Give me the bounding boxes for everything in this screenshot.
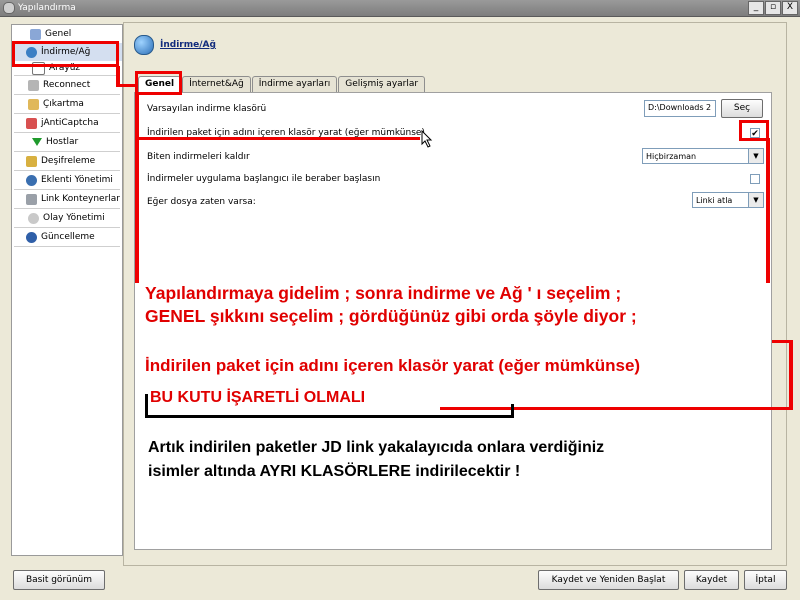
settings-sidebar: Genel İndirme/Ağ Arayüz Reconnect Çıkart… <box>11 24 123 556</box>
start-with-app-checkbox[interactable] <box>750 174 760 184</box>
container-icon <box>26 193 37 205</box>
annotation-connector <box>116 84 136 87</box>
annotation-highlight-sidebar <box>12 41 119 67</box>
browse-button[interactable]: Seç <box>721 99 763 118</box>
annotation-text-line4: BU KUTU İŞARETLİ OLMALI <box>150 389 366 406</box>
update-icon <box>26 231 37 243</box>
sidebar-item-label: Olay Yönetimi <box>43 213 105 223</box>
sidebar-item-label: Eklenti Yönetimi <box>41 175 113 185</box>
app-icon <box>3 2 15 14</box>
annotation-connector <box>135 93 139 283</box>
annotation-highlight-tab <box>135 71 182 95</box>
file-exists-label: Eğer dosya zaten varsa: <box>147 197 256 207</box>
mouse-cursor-icon <box>421 130 433 148</box>
lock-icon <box>26 155 37 167</box>
arrow-down-icon <box>32 138 42 146</box>
annotation-bracket <box>145 394 148 416</box>
title-bar: Yapılandırma _ ▫ X <box>0 0 800 17</box>
house-icon <box>30 28 41 40</box>
sidebar-item-janticaptcha[interactable]: jAntiCaptcha <box>12 114 122 132</box>
annotation-bracket <box>511 404 514 418</box>
start-with-app-label: İndirmeler uygulama başlangıcı ile berab… <box>147 174 381 184</box>
download-folder-field[interactable]: D:\Downloads 2 <box>644 100 716 117</box>
file-exists-select[interactable]: Linki atla ▼ <box>692 192 764 208</box>
tab-internet-ag[interactable]: İnternet&Ağ <box>182 76 251 92</box>
file-exists-value: Linki atla <box>696 195 733 205</box>
save-restart-button[interactable]: Kaydet ve Yeniden Başlat <box>538 570 679 590</box>
sidebar-item-reconnect[interactable]: Reconnect <box>12 76 122 94</box>
sidebar-item-eklenti[interactable]: Eklenti Yönetimi <box>12 171 122 189</box>
remove-finished-select[interactable]: Hiçbirzaman ▼ <box>642 148 764 164</box>
page-title: İndirme/Ağ <box>160 40 216 50</box>
chevron-down-icon: ▼ <box>748 193 763 207</box>
annotation-text-line2: GENEL şıkkını seçelim ; gördüğünüz gibi … <box>145 306 637 326</box>
sidebar-item-desifreleme[interactable]: Deşifreleme <box>12 152 122 170</box>
tab-gelismis-ayarlar[interactable]: Gelişmiş ayarlar <box>338 76 426 92</box>
annotation-connector <box>789 340 793 410</box>
annotation-text-line3: İndirilen paket için adını içeren klasör… <box>145 356 641 375</box>
tab-indirme-ayarlari[interactable]: İndirme ayarları <box>251 76 338 92</box>
globe-icon <box>134 35 154 55</box>
close-button[interactable]: X <box>782 1 798 15</box>
sidebar-item-guncelleme[interactable]: Güncelleme <box>12 228 122 246</box>
sidebar-item-cikartma[interactable]: Çıkartma <box>12 95 122 113</box>
download-folder-label: Varsayılan indirme klasörü <box>147 104 267 114</box>
extract-icon <box>28 98 39 110</box>
chevron-down-icon: ▼ <box>748 149 763 163</box>
plugin-icon <box>26 174 37 186</box>
reconnect-icon <box>28 79 39 91</box>
sidebar-item-label: Reconnect <box>43 80 91 90</box>
annotation-text-line6: isimler altında AYRI KLASÖRLERE indirile… <box>148 463 521 480</box>
event-icon <box>28 212 39 224</box>
annotation-text-line1: Yapılandırmaya gidelim ; sonra indirme v… <box>145 283 622 303</box>
annotation-connector <box>766 138 770 283</box>
save-button[interactable]: Kaydet <box>684 570 739 590</box>
annotation-highlight-checkbox <box>739 120 769 141</box>
annotation-bracket <box>145 415 513 418</box>
sidebar-item-link-konteyner[interactable]: Link Konteynerlar <box>12 190 122 208</box>
sidebar-item-label: Güncelleme <box>41 232 95 242</box>
sidebar-item-label: Çıkartma <box>43 99 84 109</box>
panel-header: İndirme/Ağ <box>134 35 216 55</box>
cancel-button[interactable]: İptal <box>744 570 787 590</box>
minimize-button[interactable]: _ <box>748 1 764 15</box>
sidebar-item-label: jAntiCaptcha <box>41 118 99 128</box>
sidebar-item-label: Hostlar <box>46 137 79 147</box>
sidebar-item-hostlar[interactable]: Hostlar <box>12 133 122 151</box>
sidebar-item-label: Link Konteynerlar <box>41 194 121 204</box>
remove-finished-label: Biten indirmeleri kaldır <box>147 152 250 162</box>
simple-view-button[interactable]: Basit görünüm <box>13 570 105 590</box>
annotation-connector <box>440 407 792 410</box>
captcha-icon <box>26 117 37 129</box>
sidebar-item-olay[interactable]: Olay Yönetimi <box>12 209 122 227</box>
annotation-connector <box>116 66 120 86</box>
remove-finished-value: Hiçbirzaman <box>646 151 697 161</box>
annotation-underline <box>138 137 420 140</box>
sidebar-item-label: Genel <box>45 29 72 39</box>
annotation-text-line5: Artık indirilen paketler JD link yakalay… <box>148 439 605 456</box>
window-title: Yapılandırma <box>18 3 76 13</box>
sidebar-item-label: Deşifreleme <box>41 156 96 166</box>
maximize-button[interactable]: ▫ <box>765 1 781 15</box>
